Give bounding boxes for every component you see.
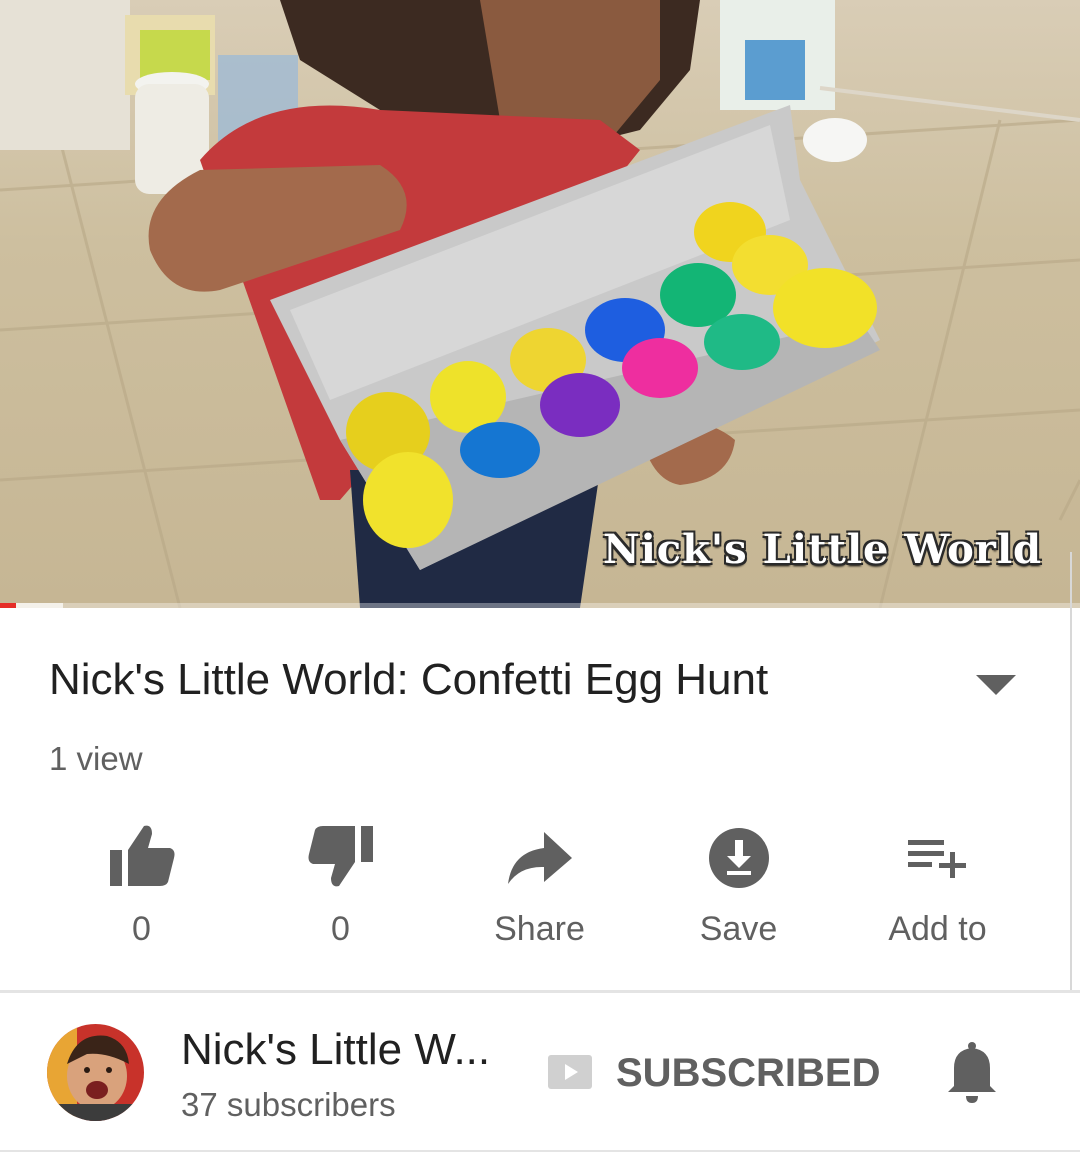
dislike-button[interactable]: 0 xyxy=(241,815,440,955)
share-button[interactable]: Share xyxy=(440,815,639,955)
expand-chevron-icon[interactable] xyxy=(974,673,1018,697)
share-label: Share xyxy=(494,910,585,948)
avatar-image xyxy=(47,1024,144,1121)
video-player[interactable]: Nick's Little World xyxy=(0,0,1080,608)
thumb-down-icon xyxy=(308,826,373,887)
channel-name[interactable]: Nick's Little W... xyxy=(181,1025,490,1075)
action-bar: 0 0 Share Save Add to xyxy=(42,815,1038,955)
notification-bell-icon[interactable] xyxy=(944,1040,1000,1104)
youtube-play-icon xyxy=(548,1055,592,1089)
view-count: 1 view xyxy=(49,740,143,777)
save-label: Save xyxy=(699,910,778,948)
like-count: 0 xyxy=(132,910,151,948)
add-to-button[interactable]: Add to xyxy=(838,815,1037,955)
subscriber-count: 37 subscribers xyxy=(181,1086,396,1123)
like-button[interactable]: 0 xyxy=(42,815,241,955)
add-to-label: Add to xyxy=(888,910,987,948)
channel-avatar[interactable] xyxy=(47,1024,144,1121)
subscribe-label: SUBSCRIBED xyxy=(616,1051,881,1095)
channel-watermark: Nick's Little World xyxy=(603,526,1042,573)
played-bar xyxy=(0,603,17,608)
video-frame xyxy=(0,0,1080,608)
save-button[interactable]: Save xyxy=(639,815,838,955)
download-icon xyxy=(708,828,769,888)
progress-bar[interactable] xyxy=(0,603,1080,608)
section-divider xyxy=(0,990,1080,993)
bottom-divider xyxy=(0,1150,1080,1152)
buffered-bar xyxy=(16,603,63,608)
scroll-indicator xyxy=(1070,552,1080,992)
share-arrow-icon xyxy=(507,832,572,884)
thumb-up-icon xyxy=(109,825,174,886)
video-title: Nick's Little World: Confetti Egg Hunt xyxy=(49,655,769,704)
dislike-count: 0 xyxy=(331,910,350,948)
playlist-add-icon xyxy=(907,840,966,878)
